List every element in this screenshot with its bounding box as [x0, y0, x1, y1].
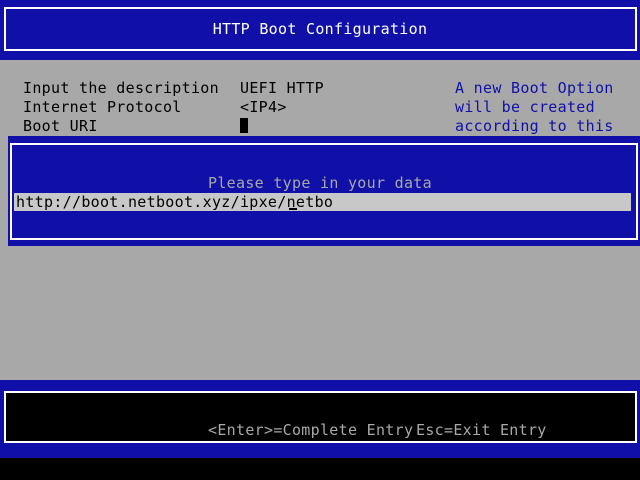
status-bar [0, 380, 640, 458]
input-dialog-prompt: Please type in your data [208, 174, 432, 192]
boot-uri-input[interactable] [14, 193, 631, 211]
help-text-line: A new Boot Option [455, 79, 614, 97]
enter-key-hint: <Enter>=Complete Entry [208, 421, 414, 439]
help-text-line: will be created [455, 98, 595, 116]
boot-uri-label: Boot URI [23, 117, 98, 135]
internet-protocol-label: Internet Protocol [23, 98, 182, 116]
esc-key-hint: Esc=Exit Entry [416, 421, 547, 439]
help-text-line: according to this [455, 117, 614, 135]
page-title: HTTP Boot Configuration [212, 20, 428, 38]
internet-protocol-select[interactable]: <IP4> [240, 98, 287, 117]
boot-uri-field[interactable] [240, 118, 248, 133]
text-cursor [289, 208, 297, 210]
description-label: Input the description [23, 79, 219, 97]
description-field[interactable]: UEFI HTTP [240, 79, 324, 98]
